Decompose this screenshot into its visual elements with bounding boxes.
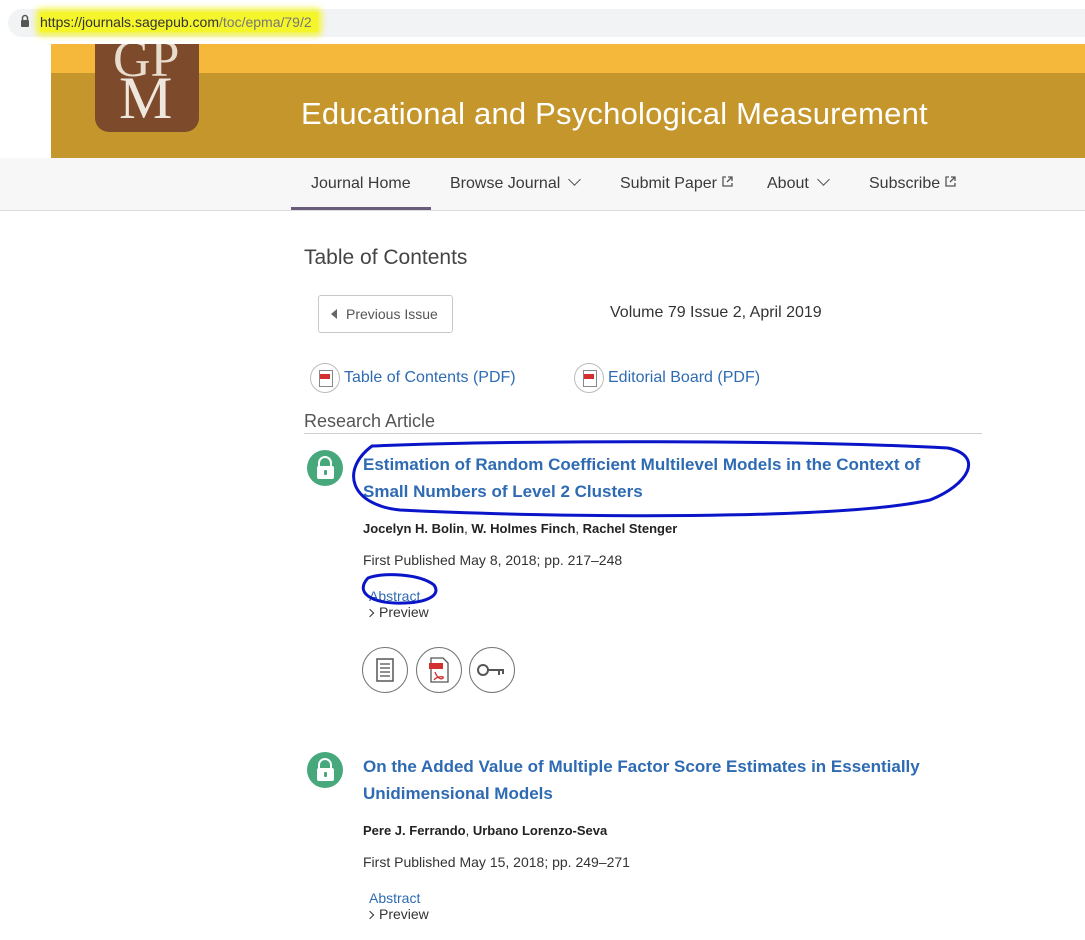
journal-logo[interactable]: GP M — [95, 44, 199, 132]
external-link-icon — [945, 176, 956, 187]
banner-spacer — [0, 44, 51, 158]
chevron-down-icon — [816, 173, 830, 186]
article-title[interactable]: Estimation of Random Coefficient Multile… — [363, 451, 973, 505]
editorial-board-pdf-link[interactable]: Editorial Board (PDF) — [608, 369, 760, 387]
chevron-down-icon — [568, 173, 582, 186]
nav-subscribe[interactable]: Subscribe — [869, 158, 956, 210]
chevron-right-icon — [365, 608, 375, 618]
open-access-icon — [307, 752, 343, 788]
logo-letters-bottom: M — [119, 65, 173, 131]
browser-address-bar[interactable]: https://journals.sagepub.com/toc/epma/79… — [0, 0, 1085, 45]
section-divider — [304, 433, 982, 434]
article-title-line: Small Numbers of Level 2 Clusters — [363, 482, 643, 501]
author-link[interactable]: Pere J. Ferrando — [363, 823, 466, 838]
nav-subscribe-label: Subscribe — [869, 175, 941, 192]
nav-journal-home[interactable]: Journal Home — [291, 158, 431, 210]
url-text[interactable]: https://journals.sagepub.com/toc/epma/79… — [40, 12, 318, 32]
external-link-icon — [722, 176, 733, 187]
nav-journal-home-label: Journal Home — [311, 175, 411, 192]
abstract-link[interactable]: Abstract — [369, 588, 420, 604]
banner-top-strip — [51, 44, 1085, 73]
toc-pdf-link[interactable]: Table of Contents (PDF) — [344, 369, 516, 387]
url-path: /toc/epma/79/2 — [219, 14, 312, 30]
main-nav: Journal Home Browse Journal Submit Paper… — [0, 158, 1085, 211]
preview-toggle[interactable]: Preview — [365, 906, 429, 922]
article-title-line: Estimation of Random Coefficient Multile… — [363, 455, 921, 474]
pdf-icon[interactable] — [310, 363, 340, 393]
nav-browse-journal-label: Browse Journal — [450, 175, 561, 192]
pdf-icon[interactable] — [574, 363, 604, 393]
previous-issue-label: Previous Issue — [346, 306, 438, 322]
pdf-download-icon[interactable] — [416, 647, 462, 693]
article-authors: Pere J. Ferrando, Urbano Lorenzo-Seva — [363, 823, 608, 838]
author-link[interactable]: Rachel Stenger — [583, 521, 678, 536]
nav-about-label: About — [767, 175, 809, 192]
page-title: Table of Contents — [304, 246, 468, 269]
author-link[interactable]: Urbano Lorenzo-Seva — [473, 823, 607, 838]
section-heading: Research Article — [304, 411, 436, 431]
url-host: https://journals.sagepub.com — [40, 14, 219, 30]
nav-submit-paper[interactable]: Submit Paper — [620, 158, 733, 210]
open-access-icon — [307, 450, 343, 486]
publication-info: First Published May 8, 2018; pp. 217–248 — [363, 552, 623, 568]
author-link[interactable]: Jocelyn H. Bolin — [363, 521, 464, 536]
preview-toggle[interactable]: Preview — [365, 604, 429, 620]
article-title-line: Unidimensional Models — [363, 784, 553, 803]
abstract-link[interactable]: Abstract — [369, 890, 420, 906]
full-text-icon[interactable] — [362, 647, 408, 693]
author-link[interactable]: W. Holmes Finch — [471, 521, 575, 536]
preview-label: Preview — [379, 906, 429, 922]
article-title-line: On the Added Value of Multiple Factor Sc… — [363, 757, 920, 776]
previous-issue-button[interactable]: Previous Issue — [318, 295, 453, 333]
nav-about[interactable]: About — [767, 158, 830, 210]
article-authors: Jocelyn H. Bolin, W. Holmes Finch, Rache… — [363, 521, 678, 536]
lock-icon — [21, 14, 29, 27]
journal-banner: GP M Educational and Psychological Measu… — [51, 44, 1085, 158]
issue-info: Volume 79 Issue 2, April 2019 — [610, 304, 822, 321]
journal-title[interactable]: Educational and Psychological Measuremen… — [301, 96, 928, 132]
key-icon[interactable] — [469, 647, 515, 693]
article-title[interactable]: On the Added Value of Multiple Factor Sc… — [363, 753, 973, 807]
publication-info: First Published May 15, 2018; pp. 249–27… — [363, 854, 630, 870]
chevron-right-icon — [365, 910, 375, 920]
caret-left-icon — [331, 309, 337, 319]
nav-submit-paper-label: Submit Paper — [620, 175, 717, 192]
nav-browse-journal[interactable]: Browse Journal — [450, 158, 582, 210]
preview-label: Preview — [379, 604, 429, 620]
